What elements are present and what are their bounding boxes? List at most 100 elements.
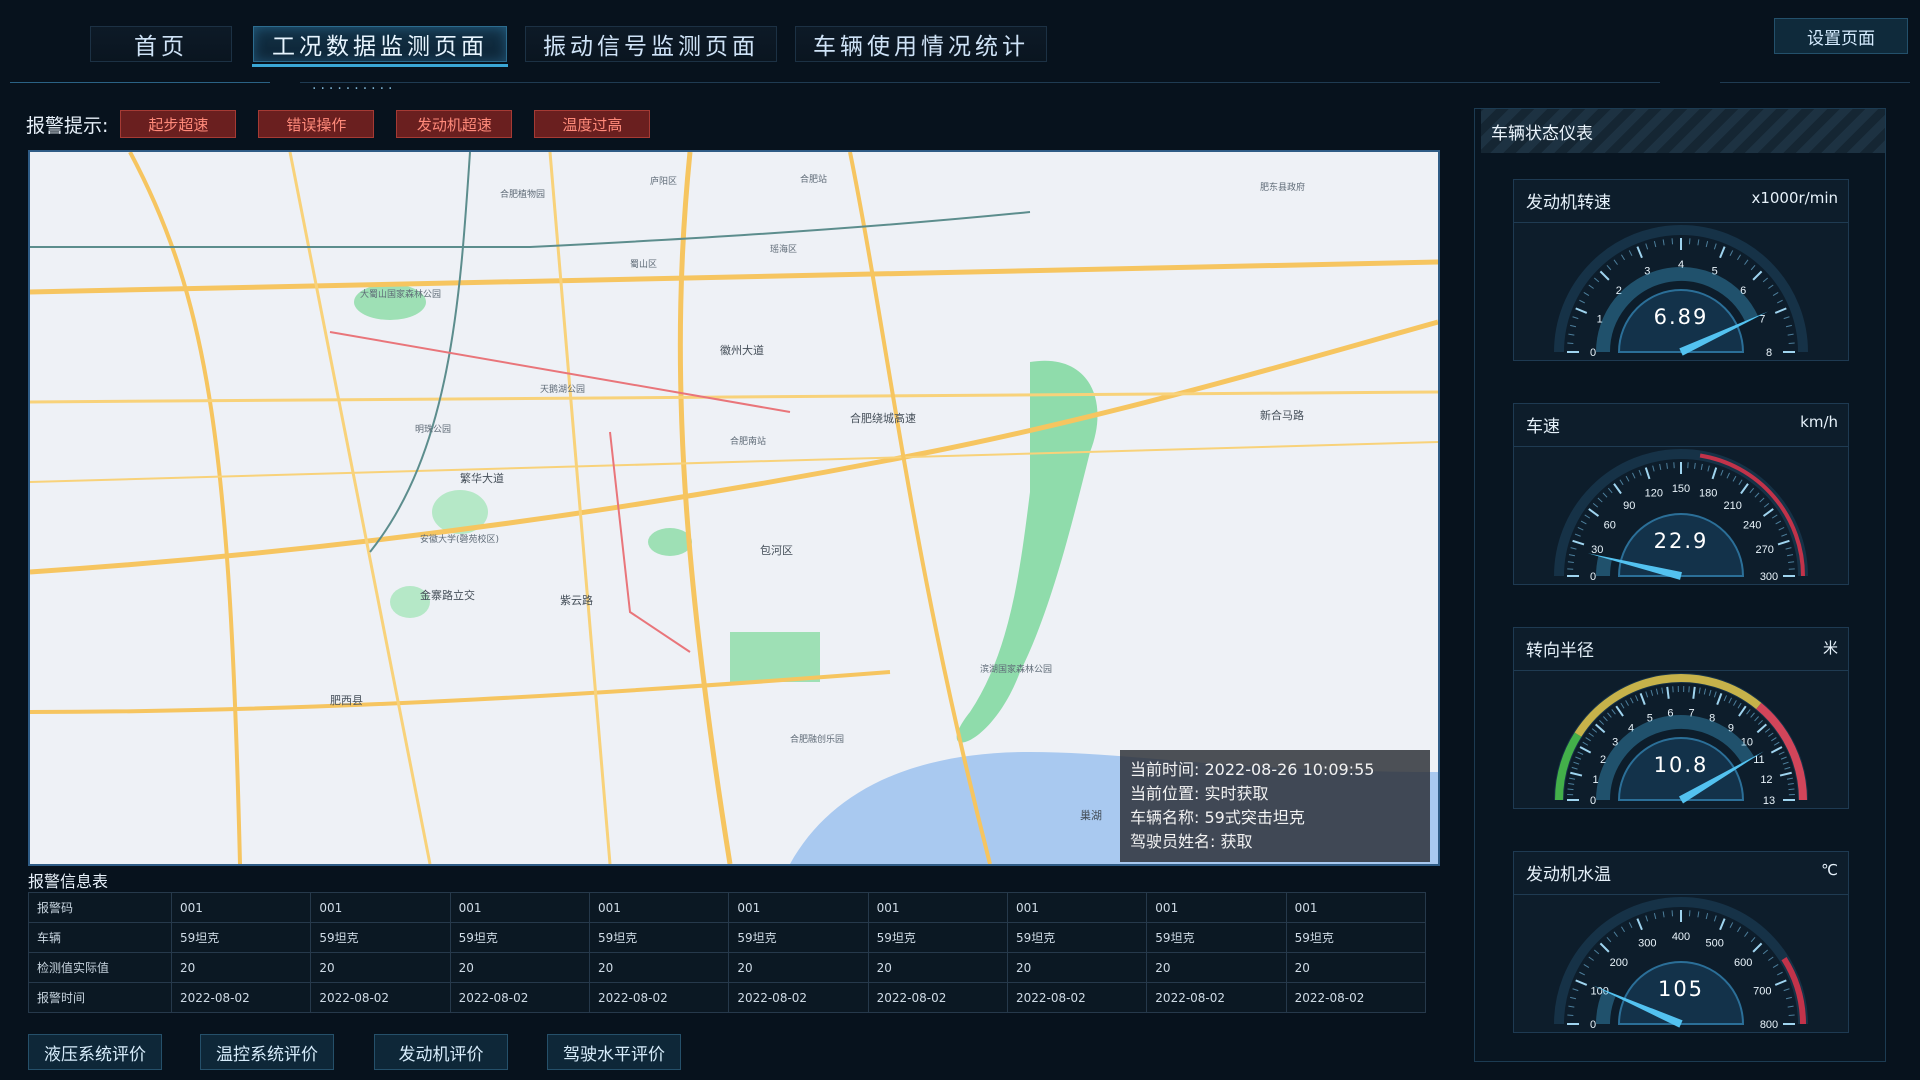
gauge-minor-tick: [1786, 554, 1794, 557]
map-label: 紫云路: [560, 594, 593, 607]
gauge-tick-label: 150: [1672, 483, 1690, 495]
table-cell: 001: [728, 892, 869, 923]
gauge-minor-tick: [1584, 514, 1591, 519]
map-label: 巢湖: [1080, 809, 1102, 822]
gauge-minor-tick: [1737, 926, 1741, 933]
gauge-minor-tick: [1593, 949, 1600, 955]
tab-home[interactable]: 首页: [90, 26, 232, 62]
driving-level-evaluation-button[interactable]: 驾驶水平评价: [547, 1034, 681, 1070]
gauge-major-tick: [1595, 723, 1606, 734]
table-cell: 2022-08-02: [588, 982, 730, 1013]
gauge-major-tick: [1644, 467, 1651, 480]
map-label: 蜀山区: [630, 260, 658, 270]
table-cell: 2022-08-02: [1006, 982, 1148, 1013]
gauge-minor-tick: [1661, 687, 1664, 694]
tab-condition-monitoring[interactable]: 工况数据监测页面: [252, 26, 508, 67]
gauge-major-tick: [1615, 705, 1624, 717]
gauge-tick-label: 0: [1590, 571, 1596, 583]
gauge-minor-tick: [1652, 465, 1655, 472]
gauge-tick-label: 300: [1760, 571, 1778, 583]
gauge-minor-tick: [1599, 720, 1605, 725]
gauge-minor-tick: [1569, 777, 1576, 780]
alarm-tag-engine-overspeed[interactable]: 发动机超速: [396, 110, 513, 138]
top-navigation: 首页 工况数据监测页面 振动信号监测页面 车辆使用情况统计 设置页面 ·····…: [0, 0, 1920, 97]
alarm-tag-start-overspeed[interactable]: 起步超速: [120, 110, 237, 138]
gauge-minor-tick: [1768, 284, 1774, 289]
driver-value: 获取: [1220, 832, 1253, 851]
table-cell: 001: [1285, 892, 1427, 923]
map-label: 合肥南站: [730, 437, 767, 447]
gauge-engine-speed: 发动机转速 x1000r/min 012345678 6.89: [1513, 179, 1849, 361]
gauge-minor-tick: [1588, 956, 1594, 961]
gauge-minor-tick: [1788, 561, 1795, 563]
gauge-major-tick: [1613, 483, 1622, 495]
gauge-tick-label: 0: [1590, 795, 1596, 807]
info-time-row: 当前时间: 2022-08-26 10:09:55: [1130, 758, 1420, 782]
gauge-minor-tick: [1723, 695, 1727, 702]
gauge-minor-tick: [1645, 691, 1649, 698]
gauge-minor-tick: [1638, 469, 1642, 476]
gauge-major-tick: [1738, 705, 1747, 717]
table-cell: 2022-08-02: [310, 982, 451, 1013]
vehicle-speed-gauge-dial: 0306090120 150 180210240270300: [1554, 449, 1808, 583]
vehicle-status-panel: 车辆状态仪表 发动机转速 x1000r/min 012345678 6.89 车…: [1474, 108, 1886, 1062]
gauge-minor-tick: [1621, 926, 1625, 933]
table-cell: 20: [170, 952, 312, 983]
engine-speed-gauge-dial: 012345678: [1554, 225, 1808, 359]
gauge-minor-tick: [1786, 777, 1793, 780]
map-label: 天鹅湖公园: [540, 385, 586, 395]
gauge-minor-tick: [1591, 728, 1598, 733]
gauge-vehicle-speed: 车速 km/h 0 30 60 90 120 150 180 210 240 270 300 22.…: [1513, 403, 1849, 585]
gauge-major-tick: [1752, 942, 1763, 953]
engine-evaluation-button[interactable]: 发动机评价: [374, 1034, 508, 1070]
table-cell: 59坦克: [449, 922, 590, 953]
alarm-tag-over-temperature[interactable]: 温度过高: [534, 110, 651, 138]
gauge-minor-tick: [1580, 520, 1587, 525]
table-row: 报警码 001 001 001 001 001 001 001 001 001: [28, 892, 1427, 923]
hydraulic-system-evaluation-button[interactable]: 液压系统评价: [28, 1034, 162, 1070]
settings-page-button[interactable]: 设置页面: [1774, 18, 1908, 54]
gauge-minor-tick: [1602, 492, 1608, 498]
table-cell: 20: [867, 952, 1008, 983]
table-cell: 20: [1285, 952, 1427, 983]
table-cell: 59坦克: [728, 922, 869, 953]
gauge-minor-tick: [1697, 911, 1700, 918]
gauge-minor-tick: [1650, 689, 1654, 696]
gauge-minor-tick: [1750, 264, 1756, 271]
tab-vibration-monitoring[interactable]: 振动信号监测页面: [525, 26, 777, 62]
table-cell: 001: [449, 892, 590, 923]
gauge-minor-tick: [1787, 783, 1794, 785]
tab-vehicle-statistics[interactable]: 车辆使用情况统计: [795, 26, 1047, 62]
gauge-major-tick: [1770, 746, 1783, 754]
row-header: 报警时间: [28, 982, 172, 1013]
gauge-major-tick: [1579, 746, 1592, 754]
alarm-table-title: 报警信息表: [28, 872, 109, 891]
map-view[interactable]: 庐阳区 瑶海区 蜀山区 繁华大道 金寨路立交 紫云路 合肥绕城高速 徽州大道 新…: [28, 150, 1440, 866]
alarm-tag-wrong-operation[interactable]: 错误操作: [258, 110, 375, 138]
gauge-tick-label: 180: [1699, 487, 1717, 499]
gauge-minor-tick: [1787, 333, 1794, 336]
coolant-temperature-gauge-dial: 0100200300400500600700800: [1554, 897, 1808, 1031]
gauge-minor-tick: [1662, 911, 1665, 918]
table-cell: 001: [310, 892, 451, 923]
vehicle-value: 59式突击坦克: [1204, 808, 1305, 827]
gauge-minor-tick: [1728, 697, 1732, 704]
table-cell: 2022-08-02: [867, 982, 1008, 1013]
gauge-minor-tick: [1632, 472, 1636, 479]
table-cell: 59坦克: [170, 922, 312, 953]
table-cell: 59坦克: [867, 922, 1008, 953]
map-label: 徽州大道: [720, 344, 764, 357]
gauge-minor-tick: [1788, 788, 1795, 791]
table-cell: 20: [449, 952, 590, 983]
map-label: 肥西县: [330, 694, 363, 707]
gauge-major-tick: [1692, 686, 1696, 699]
time-value: 2022-08-26 10:09:55: [1204, 760, 1375, 779]
gauge-minor-tick: [1754, 716, 1760, 722]
vehicle-info-panel: 当前时间: 2022-08-26 10:09:55 当前位置: 实时获取 车辆名…: [1120, 750, 1430, 862]
gauge-major-tick: [1752, 270, 1763, 281]
gauge-minor-tick: [1738, 479, 1743, 486]
temperature-control-evaluation-button[interactable]: 温控系统评价: [200, 1034, 334, 1070]
gauge-minor-tick: [1653, 241, 1657, 248]
gauge-minor-tick: [1772, 292, 1779, 296]
table-cell: 20: [728, 952, 869, 983]
